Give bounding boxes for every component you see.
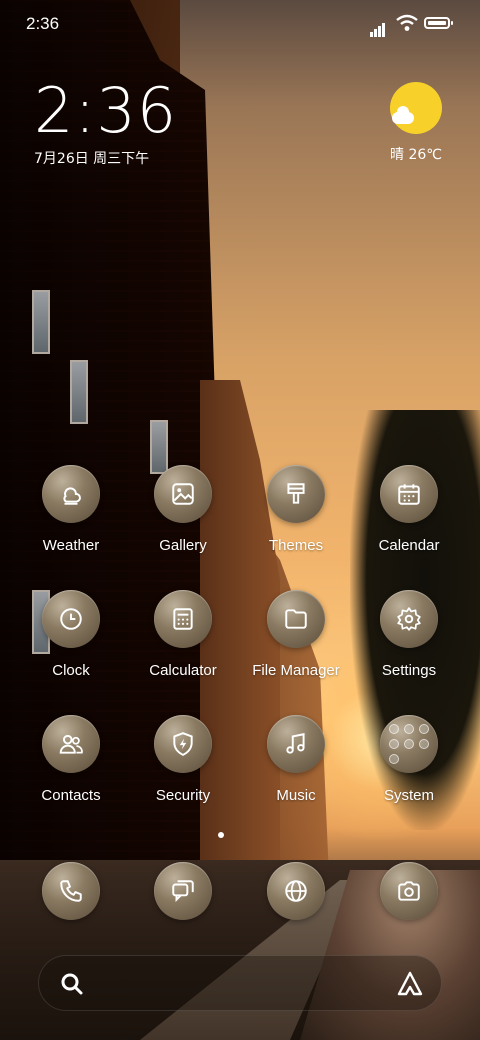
clock-icon[interactable] xyxy=(42,590,100,648)
assistant-icon[interactable] xyxy=(395,969,425,999)
app-label: Calculator xyxy=(149,662,217,679)
calendar-icon[interactable] xyxy=(380,465,438,523)
status-bar: 2:36 xyxy=(0,0,480,50)
wallpaper-window xyxy=(70,360,88,424)
app-label: Contacts xyxy=(41,787,101,804)
app-system[interactable]: System xyxy=(354,715,464,804)
app-contacts[interactable]: Contacts xyxy=(16,715,126,804)
folder-icon[interactable] xyxy=(267,590,325,648)
weather-text: 晴 26℃ xyxy=(390,147,442,163)
paintbrush-icon[interactable] xyxy=(267,465,325,523)
gallery-icon[interactable] xyxy=(154,465,212,523)
dock-phone-button[interactable] xyxy=(16,862,126,920)
wallpaper-window xyxy=(32,290,50,354)
app-label: Calendar xyxy=(378,537,440,554)
signal-icon xyxy=(370,18,386,37)
app-weather[interactable]: Weather xyxy=(16,465,126,554)
search-icon[interactable] xyxy=(59,971,85,997)
dock-camera-button[interactable] xyxy=(354,862,464,920)
weather-widget[interactable]: 晴 26℃ xyxy=(380,82,452,164)
gear-icon[interactable] xyxy=(380,590,438,648)
calculator-icon[interactable] xyxy=(154,590,212,648)
app-calculator[interactable]: Calculator xyxy=(128,590,238,679)
app-label: Themes xyxy=(268,537,324,554)
app-clock[interactable]: Clock xyxy=(16,590,126,679)
app-themes[interactable]: Themes xyxy=(241,465,351,554)
app-label: Music xyxy=(276,787,316,804)
battery-icon xyxy=(424,17,453,29)
app-folder-icon[interactable] xyxy=(380,715,438,773)
app-gallery[interactable]: Gallery xyxy=(128,465,238,554)
app-settings[interactable]: Settings xyxy=(354,590,464,679)
search-bar[interactable] xyxy=(38,955,442,1011)
widget-date: 7月26日 周三下午 xyxy=(34,151,150,167)
app-label: Settings xyxy=(381,662,437,679)
app-label: Weather xyxy=(42,537,100,554)
app-security[interactable]: Security xyxy=(128,715,238,804)
clock-widget[interactable]: 2:36 7月26日 周三下午 xyxy=(34,80,177,168)
page-indicator-dot[interactable] xyxy=(218,832,224,838)
messages-icon[interactable] xyxy=(154,862,212,920)
dock-browser-button[interactable] xyxy=(241,862,351,920)
browser-icon[interactable] xyxy=(267,862,325,920)
status-time: 2:36 xyxy=(26,14,60,33)
music-note-icon[interactable] xyxy=(267,715,325,773)
sunny-partly-cloudy-icon xyxy=(390,82,442,134)
camera-icon[interactable] xyxy=(380,862,438,920)
app-label: Security xyxy=(155,787,211,804)
widget-time: 2:36 xyxy=(34,74,178,147)
phone-icon[interactable] xyxy=(42,862,100,920)
app-label: Clock xyxy=(52,662,90,679)
app-label: File Manager xyxy=(252,662,340,679)
wifi-icon xyxy=(396,14,418,31)
app-file-manager[interactable]: File Manager xyxy=(241,590,351,679)
dock-messages-button[interactable] xyxy=(128,862,238,920)
app-music[interactable]: Music xyxy=(241,715,351,804)
app-label: Gallery xyxy=(159,537,207,554)
contacts-icon[interactable] xyxy=(42,715,100,773)
app-label: System xyxy=(383,787,434,804)
app-calendar[interactable]: Calendar xyxy=(354,465,464,554)
weather-icon[interactable] xyxy=(42,465,100,523)
shield-icon[interactable] xyxy=(154,715,212,773)
